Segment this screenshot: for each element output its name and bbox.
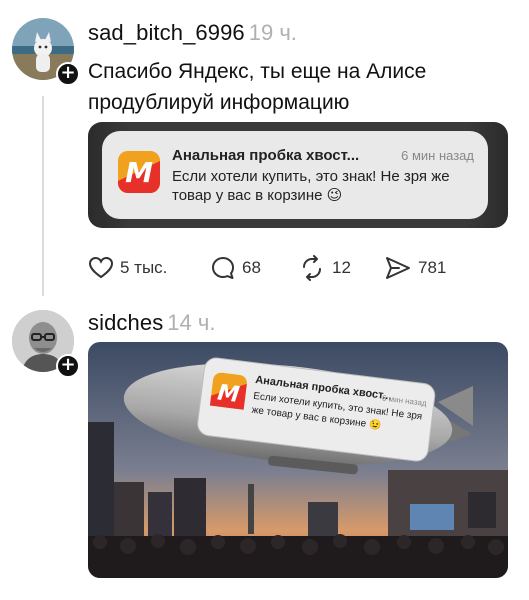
comment-button[interactable]: 68 [210, 255, 261, 281]
thread-line [42, 96, 44, 296]
likes-count: 5 тыс. [120, 258, 168, 277]
comment-icon [212, 257, 234, 279]
heart-icon [88, 256, 114, 279]
avatar-wrap: + [12, 18, 80, 86]
follow-plus-icon[interactable]: + [56, 62, 80, 86]
comments-count: 68 [242, 258, 261, 277]
post-time: 14 ч. [167, 310, 216, 335]
send-icon [386, 257, 410, 279]
post-header: sidches 14 ч. [88, 310, 215, 336]
like-button[interactable]: 5 тыс. [88, 255, 167, 281]
share-button[interactable]: 781 [384, 255, 446, 281]
svg-text:M: M [125, 156, 153, 189]
notification-time: 6 мин назад [401, 148, 474, 163]
notification-body: Если хотели купить, это знак! Не зря же … [172, 168, 450, 204]
post-image[interactable]: M Анальная пробка хвост... 6 мин назад Е… [88, 342, 508, 578]
post-1: + sad_bitch_6996 19 ч. Спасибо Яндекс, ты… [0, 0, 529, 300]
svg-text:M: M [216, 380, 241, 407]
repost-icon [303, 255, 321, 281]
post-header: sad_bitch_6996 19 ч. [88, 20, 297, 46]
follow-plus-icon[interactable]: + [56, 354, 80, 378]
post-time: 19 ч. [248, 20, 297, 45]
username[interactable]: sidches [88, 310, 163, 335]
yandex-market-icon: M [118, 151, 160, 193]
notification-screenshot: M Анальная пробка хвост... 6 мин назад Е… [88, 122, 508, 228]
repost-button[interactable]: 12 [298, 255, 351, 281]
post-actions: 5 тыс. 68 12 781 [88, 255, 508, 281]
reposts-count: 12 [332, 258, 351, 277]
post-text: Спасибо Яндекс, ты еще на Алисе продубли… [88, 60, 427, 114]
avatar-wrap: + [12, 310, 80, 378]
username[interactable]: sad_bitch_6996 [88, 20, 245, 45]
notification-card: M Анальная пробка хвост... 6 мин назад Е… [102, 131, 488, 219]
shares-count: 781 [418, 258, 447, 277]
notification-title: Анальная пробка хвост... [172, 147, 360, 164]
